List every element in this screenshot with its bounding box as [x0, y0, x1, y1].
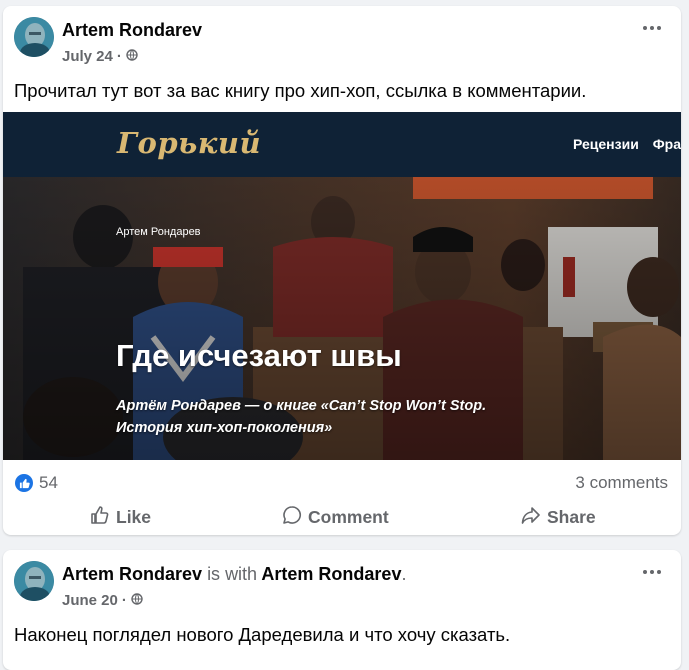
post-date[interactable]: June 20 — [62, 592, 118, 609]
more-options-icon[interactable] — [643, 26, 661, 30]
author-avatar[interactable] — [14, 17, 54, 57]
comment-icon — [282, 505, 302, 530]
post-meta: July 24 · — [62, 48, 138, 65]
separator: · — [116, 48, 122, 65]
separator: · — [121, 592, 127, 609]
site-header: Горький Рецензии Фраг — [3, 112, 681, 177]
article-title: Где исчезают швы — [116, 338, 402, 373]
site-nav: Рецензии Фраг — [573, 136, 681, 152]
post-card: Artem Rondarev is with Artem Rondarev. J… — [3, 550, 681, 670]
nav-item-fragments: Фраг — [652, 136, 681, 152]
reactions-summary[interactable]: 54 — [15, 473, 58, 493]
globe-icon — [126, 48, 138, 65]
tagged-person[interactable]: Artem Rondarev — [261, 564, 401, 584]
post-actions: Like Comment Share — [3, 500, 681, 534]
globe-icon — [131, 592, 143, 609]
post-date[interactable]: July 24 — [62, 48, 113, 65]
reactions-count: 54 — [39, 473, 58, 492]
comments-count[interactable]: 3 comments — [575, 473, 668, 493]
like-reaction-icon — [15, 474, 33, 492]
nav-item-reviews: Рецензии — [573, 136, 639, 152]
post-meta: June 20 · — [62, 592, 143, 609]
with-text: is with — [207, 564, 258, 584]
like-button[interactable]: Like — [90, 500, 151, 534]
link-preview[interactable]: Горький Рецензии Фраг — [3, 112, 681, 460]
thumbs-up-icon — [90, 505, 110, 530]
author-line: Artem Rondarev is with Artem Rondarev. — [62, 564, 406, 585]
author-avatar[interactable] — [14, 561, 54, 601]
site-logo: Горький — [117, 126, 262, 160]
comment-label: Comment — [308, 506, 389, 527]
share-button[interactable]: Share — [521, 500, 596, 534]
post-text: Наконец поглядел нового Даредевила и что… — [14, 624, 511, 645]
share-icon — [521, 505, 541, 530]
comment-button[interactable]: Comment — [282, 500, 389, 534]
article-subtitle: Артём Рондарев — о книге «Can’t Stop Won… — [116, 398, 487, 436]
punctuation: . — [401, 564, 407, 584]
author-name[interactable]: Artem Rondarev — [62, 564, 202, 584]
post-card: Artem Rondarev July 24 · Прочитал тут во… — [3, 6, 681, 535]
more-options-icon[interactable] — [643, 570, 661, 574]
share-label: Share — [547, 506, 596, 527]
author-name[interactable]: Artem Rondarev — [62, 20, 202, 41]
article-author: Артем Рондарев — [116, 226, 201, 238]
post-text: Прочитал тут вот за вас книгу про хип-хо… — [14, 80, 587, 101]
like-label: Like — [116, 506, 152, 527]
